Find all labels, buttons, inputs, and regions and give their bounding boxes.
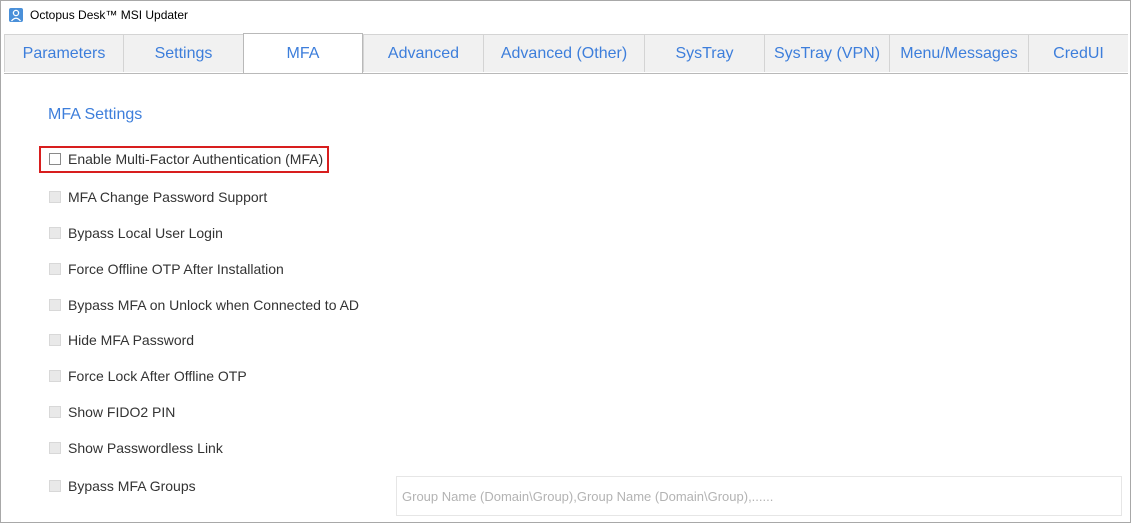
section-title: MFA Settings bbox=[48, 106, 143, 123]
checkbox-box[interactable] bbox=[49, 370, 61, 382]
mfa-change-password-checkbox[interactable]: MFA Change Password Support bbox=[49, 187, 267, 207]
checkbox-box[interactable] bbox=[49, 406, 61, 418]
bypass-local-user-login-checkbox[interactable]: Bypass Local User Login bbox=[49, 223, 223, 243]
tab-mfa[interactable]: MFA bbox=[243, 33, 363, 73]
title-bar: Octopus Desk™ MSI Updater bbox=[1, 1, 1130, 31]
option-label: Hide MFA Password bbox=[68, 332, 195, 348]
bypass-mfa-unlock-ad-checkbox[interactable]: Bypass MFA on Unlock when Connected to A… bbox=[49, 295, 359, 315]
tab-settings[interactable]: Settings bbox=[123, 34, 243, 72]
hide-mfa-password-checkbox[interactable]: Hide MFA Password bbox=[49, 330, 194, 350]
mfa-panel: MFA Settings Enable Multi-Factor Authent… bbox=[4, 74, 1128, 520]
option-label: Force Lock After Offline OTP bbox=[68, 368, 247, 384]
tab-credui[interactable]: CredUI bbox=[1028, 34, 1128, 72]
bypass-mfa-groups-checkbox[interactable]: Bypass MFA Groups bbox=[49, 476, 196, 496]
app-person-icon bbox=[9, 8, 23, 22]
tab-advanced[interactable]: Advanced bbox=[363, 34, 483, 72]
tab-systray[interactable]: SysTray bbox=[644, 34, 764, 72]
app-window: Octopus Desk™ MSI Updater Parameters Set… bbox=[0, 0, 1131, 523]
tab-bar: Parameters Settings MFA Advanced Advance… bbox=[4, 33, 1128, 74]
tab-parameters[interactable]: Parameters bbox=[4, 34, 123, 72]
checkbox-box[interactable] bbox=[49, 480, 61, 492]
show-passwordless-link-checkbox[interactable]: Show Passwordless Link bbox=[49, 438, 223, 458]
option-label: Show Passwordless Link bbox=[68, 440, 223, 456]
checkbox-box[interactable] bbox=[49, 299, 61, 311]
checkbox-box[interactable] bbox=[49, 153, 61, 165]
tab-advanced-other[interactable]: Advanced (Other) bbox=[483, 34, 644, 72]
enable-mfa-checkbox[interactable]: Enable Multi-Factor Authentication (MFA) bbox=[49, 149, 323, 169]
checkbox-box[interactable] bbox=[49, 227, 61, 239]
checkbox-box[interactable] bbox=[49, 334, 61, 346]
tab-menu-messages[interactable]: Menu/Messages bbox=[889, 34, 1028, 72]
checkbox-box[interactable] bbox=[49, 191, 61, 203]
option-label: Force Offline OTP After Installation bbox=[68, 261, 284, 277]
tab-systray-vpn[interactable]: SysTray (VPN) bbox=[764, 34, 889, 72]
force-lock-offline-otp-checkbox[interactable]: Force Lock After Offline OTP bbox=[49, 366, 247, 386]
option-label: Bypass Local User Login bbox=[68, 225, 223, 241]
mfa-groups-input[interactable] bbox=[396, 476, 1122, 516]
option-label: Show FIDO2 PIN bbox=[68, 404, 176, 420]
window-title: Octopus Desk™ MSI Updater bbox=[30, 8, 189, 22]
option-label: Bypass MFA on Unlock when Connected to A… bbox=[68, 297, 360, 313]
option-label: Bypass MFA Groups bbox=[68, 478, 196, 494]
show-fido2-pin-checkbox[interactable]: Show FIDO2 PIN bbox=[49, 402, 175, 422]
force-offline-otp-checkbox[interactable]: Force Offline OTP After Installation bbox=[49, 259, 284, 279]
option-label: MFA Change Password Support bbox=[68, 189, 268, 205]
option-label: Enable Multi-Factor Authentication (MFA) bbox=[68, 151, 324, 167]
checkbox-box[interactable] bbox=[49, 263, 61, 275]
checkbox-box[interactable] bbox=[49, 442, 61, 454]
